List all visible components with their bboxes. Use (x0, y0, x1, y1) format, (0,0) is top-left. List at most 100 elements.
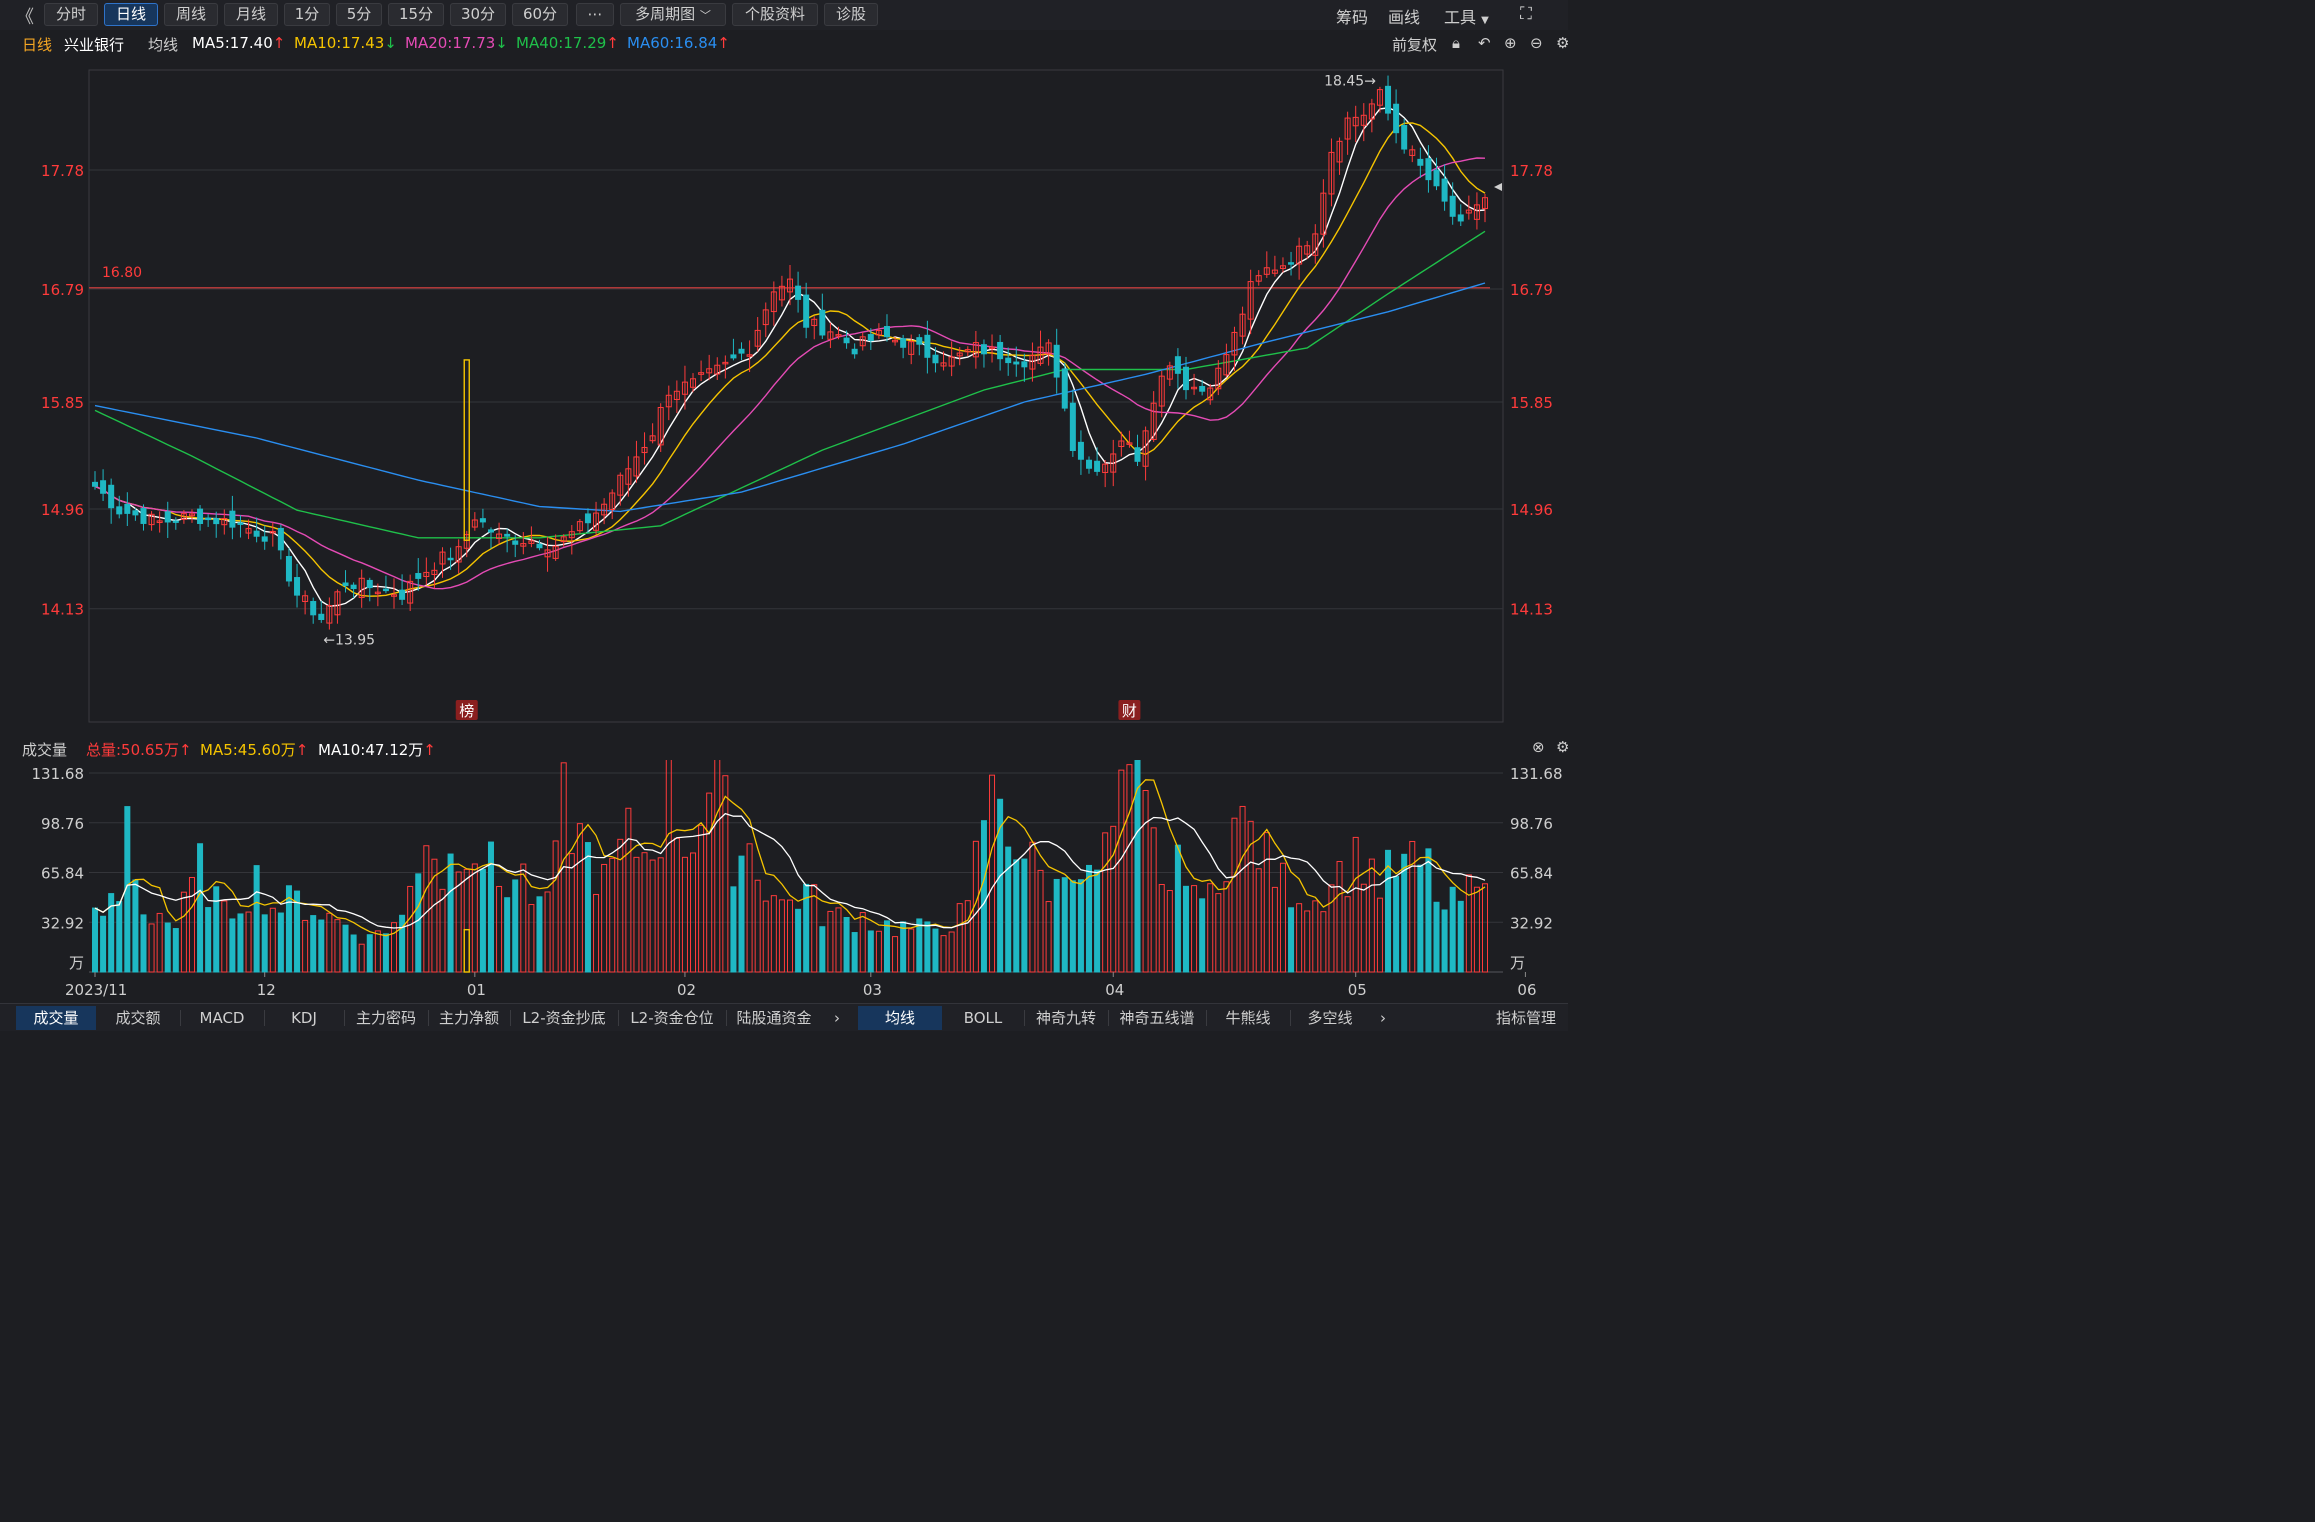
volume-bar (754, 879, 761, 973)
x-tick-label: 01 (467, 981, 486, 999)
tab-l2-position[interactable]: L2-资金仓位 (620, 1006, 724, 1030)
candle-body (1086, 459, 1093, 469)
volume-bar (1296, 903, 1303, 973)
tab-15min[interactable]: 15分 (388, 3, 444, 26)
volume-bar (1336, 861, 1343, 973)
tab-60min[interactable]: 60分 (512, 3, 568, 26)
indicator-manage-button[interactable]: 指标管理 (1484, 1006, 1568, 1030)
stock-profile-button[interactable]: 个股资料 (732, 3, 818, 26)
volume-bar (601, 863, 608, 973)
tab-macd[interactable]: MACD (182, 1006, 262, 1030)
tab-volume[interactable]: 成交量 (16, 1006, 96, 1030)
volume-bar (641, 852, 648, 973)
candle-body (310, 601, 317, 616)
tab-long-short[interactable]: 多空线 (1292, 1006, 1368, 1030)
lock-icon[interactable]: 🔒︎ (1452, 34, 1460, 52)
candle-body (819, 309, 826, 336)
chevron-right-icon-2[interactable]: › (1372, 1006, 1394, 1030)
volume-bar (956, 903, 963, 973)
fullscreen-icon[interactable]: ⛶ (1520, 4, 1532, 24)
diagnose-button[interactable]: 诊股 (824, 3, 878, 26)
zoom-in-icon[interactable]: ⊕ (1504, 34, 1517, 52)
candle-body (350, 584, 357, 590)
adjust-mode[interactable]: 前复权 (1392, 34, 1437, 55)
volume-bar (407, 885, 414, 973)
ref-line-label: 16.80 (102, 265, 142, 281)
candle-body (172, 520, 179, 523)
tools-menu[interactable]: 工具 ▼ (1444, 4, 1489, 28)
volume-bar (1086, 864, 1093, 973)
price-ma-lines (94, 107, 1486, 607)
undo-icon[interactable]: ↶ (1478, 34, 1491, 52)
tab-l2-bottom-fishing[interactable]: L2-资金抄底 (512, 1006, 616, 1030)
price-tick-left: 14.96 (41, 501, 84, 519)
tab-magic-nine[interactable]: 神奇九转 (1026, 1006, 1106, 1030)
chips-button[interactable]: 筹码 (1336, 4, 1368, 28)
volume-bar (1110, 825, 1117, 973)
tab-timeshare[interactable]: 分时 (44, 3, 98, 26)
volume-bar (1102, 832, 1109, 973)
volume-title[interactable]: 成交量 (22, 739, 67, 760)
stock-chart-app: 《 分时 日线 周线 月线 1分 5分 15分 30分 60分 ⋯ 多周期图 ﹀… (0, 0, 1569, 1031)
close-icon[interactable]: ⊗ (1532, 738, 1545, 756)
tab-weekly[interactable]: 周线 (164, 3, 218, 26)
tab-main-net[interactable]: 主力净额 (430, 1006, 508, 1030)
x-tick-label: 02 (677, 981, 696, 999)
volume-bar (552, 840, 559, 973)
volume-settings-icon[interactable]: ⚙ (1556, 738, 1569, 756)
tab-magic-five[interactable]: 神奇五线谱 (1110, 1006, 1204, 1030)
volume-bar (1441, 909, 1448, 973)
volume-bar (358, 943, 365, 973)
volume-bar (835, 907, 842, 973)
tab-bull-bear[interactable]: 牛熊线 (1208, 1006, 1288, 1030)
collapse-left-icon[interactable]: 《 (16, 3, 34, 29)
settings-icon[interactable]: ⚙ (1556, 34, 1569, 52)
tab-5min[interactable]: 5分 (336, 3, 382, 26)
volume-bar (544, 891, 551, 973)
volume-bar (496, 885, 503, 973)
volume-bar (1166, 890, 1173, 973)
volume-bar (463, 868, 470, 973)
volume-bar (916, 918, 923, 973)
zoom-out-icon[interactable]: ⊖ (1530, 34, 1543, 52)
tab-30min[interactable]: 30分 (450, 3, 506, 26)
candle-body (867, 334, 874, 342)
volume-bar (536, 896, 543, 973)
volume-bar (91, 907, 99, 973)
chevron-right-icon[interactable]: › (826, 1006, 848, 1030)
volume-bar (1360, 883, 1367, 973)
candle-body (1441, 178, 1448, 202)
volume-bar (892, 936, 899, 973)
tab-turnover[interactable]: 成交额 (98, 1006, 178, 1030)
volume-bar (900, 921, 907, 973)
more-periods-button[interactable]: ⋯ (576, 3, 614, 26)
ma5-value: MA5:17.40↑ (192, 34, 286, 52)
volume-bar (1425, 848, 1432, 973)
x-tick-label: 04 (1105, 981, 1124, 999)
tab-ma[interactable]: 均线 (858, 1006, 942, 1030)
event-mark-label: 财 (1122, 702, 1137, 720)
volume-bar (391, 922, 398, 973)
ma-label[interactable]: 均线 (148, 34, 178, 55)
tab-monthly[interactable]: 月线 (224, 3, 278, 26)
tab-boll[interactable]: BOLL (944, 1006, 1022, 1030)
tab-main-code[interactable]: 主力密码 (346, 1006, 426, 1030)
tab-kdj[interactable]: KDJ (266, 1006, 342, 1030)
volume-bar (512, 879, 519, 973)
volume-bar (1465, 874, 1472, 973)
candle-body (924, 334, 931, 358)
volume-bar (706, 792, 713, 973)
tab-daily[interactable]: 日线 (104, 3, 158, 26)
tab-northbound[interactable]: 陆股通资金 (728, 1006, 820, 1030)
tab-1min[interactable]: 1分 (284, 3, 330, 26)
price-tick-right: 17.78 (1510, 162, 1553, 180)
volume-bar (1118, 769, 1125, 973)
volume-bar (584, 842, 591, 973)
candle-body (261, 536, 268, 542)
multi-period-dropdown[interactable]: 多周期图 ﹀ (620, 3, 726, 26)
draw-line-button[interactable]: 画线 (1388, 4, 1420, 28)
price-chart[interactable]: 17.78 17.78 16.79 16.79 15.85 15.85 14.96 14.96… (0, 56, 1568, 736)
volume-bar (980, 820, 987, 973)
volume-chart[interactable]: 131.68 131.68 98.76 98.76 65.84 65.84 32.92 32.… (0, 760, 1568, 1003)
volume-bar (665, 760, 672, 973)
